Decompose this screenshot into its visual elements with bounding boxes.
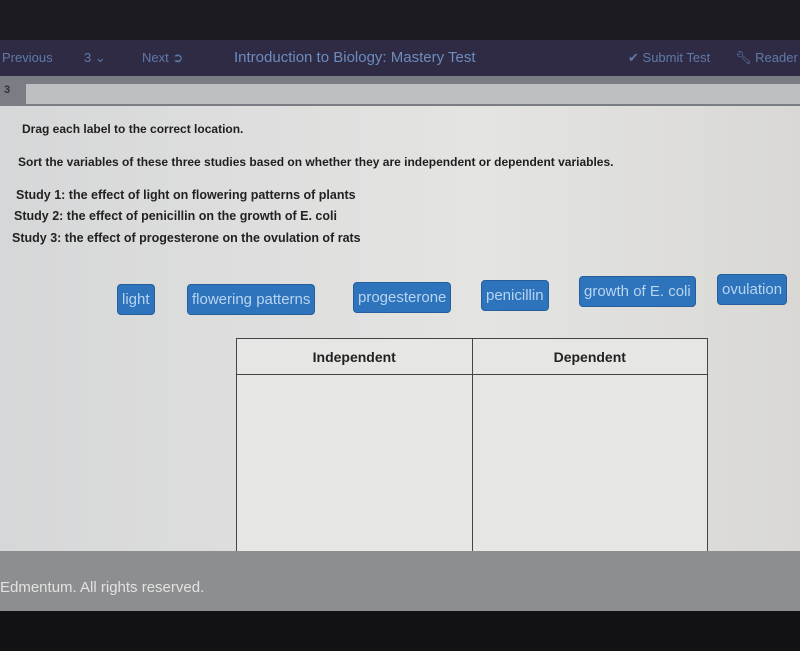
reader-label: Reader: [755, 50, 798, 65]
test-title: Introduction to Biology: Mastery Test: [234, 49, 476, 66]
study-1: Study 1: the effect of light on flowerin…: [16, 188, 356, 202]
copyright: Edmentum. All rights reserved.: [0, 579, 205, 596]
question-header-bar: [26, 84, 800, 104]
test-navbar: Previous 3 ⌄ Next ➲ Introduction to Biol…: [0, 40, 800, 76]
drop-zone-independent[interactable]: [236, 374, 473, 555]
drag-label-penicillin[interactable]: penicillin: [481, 280, 549, 311]
reader-button[interactable]: 🔧︎ Reader: [735, 50, 798, 66]
instruction: Drag each label to the correct location.: [22, 122, 244, 136]
next-label: Next: [142, 50, 169, 65]
drag-label-light[interactable]: light: [117, 284, 155, 315]
submit-label: Submit Test: [642, 50, 711, 65]
arrow-circle-icon: ➲: [172, 50, 184, 65]
question-select-value: 3: [84, 50, 92, 65]
header-independent: Independent: [236, 338, 473, 375]
question-number: 3: [4, 84, 11, 96]
drag-label-growth-of-e-coli[interactable]: growth of E. coli: [579, 276, 696, 307]
check-circle-icon: ✔: [628, 50, 639, 65]
header-dependent: Dependent: [471, 338, 708, 375]
sort-table: Independent Dependent: [236, 338, 708, 555]
screen-bezel: [0, 0, 800, 40]
question-header: 3: [0, 76, 800, 106]
previous-button[interactable]: Previous: [2, 50, 53, 65]
question-select[interactable]: 3 ⌄: [84, 50, 106, 66]
chevron-down-icon: ⌄: [94, 50, 106, 65]
submit-test-button[interactable]: ✔ Submit Test: [628, 50, 710, 66]
drag-label-flowering-patterns[interactable]: flowering patterns: [187, 284, 316, 315]
next-button[interactable]: Next ➲: [142, 50, 183, 66]
drop-zone-dependent[interactable]: [471, 374, 708, 555]
study-2: Study 2: the effect of penicillin on the…: [14, 209, 337, 223]
footer: Edmentum. All rights reserved.: [0, 551, 800, 611]
screen-bezel-bottom: [0, 611, 800, 651]
prompt: Sort the variables of these three studie…: [18, 155, 614, 169]
wrench-icon: 🔧︎: [735, 50, 752, 65]
drag-label-ovulation[interactable]: ovulation: [717, 274, 788, 305]
drag-label-progesterone[interactable]: progesterone: [353, 282, 452, 313]
study-3: Study 3: the effect of progesterone on t…: [12, 231, 361, 245]
